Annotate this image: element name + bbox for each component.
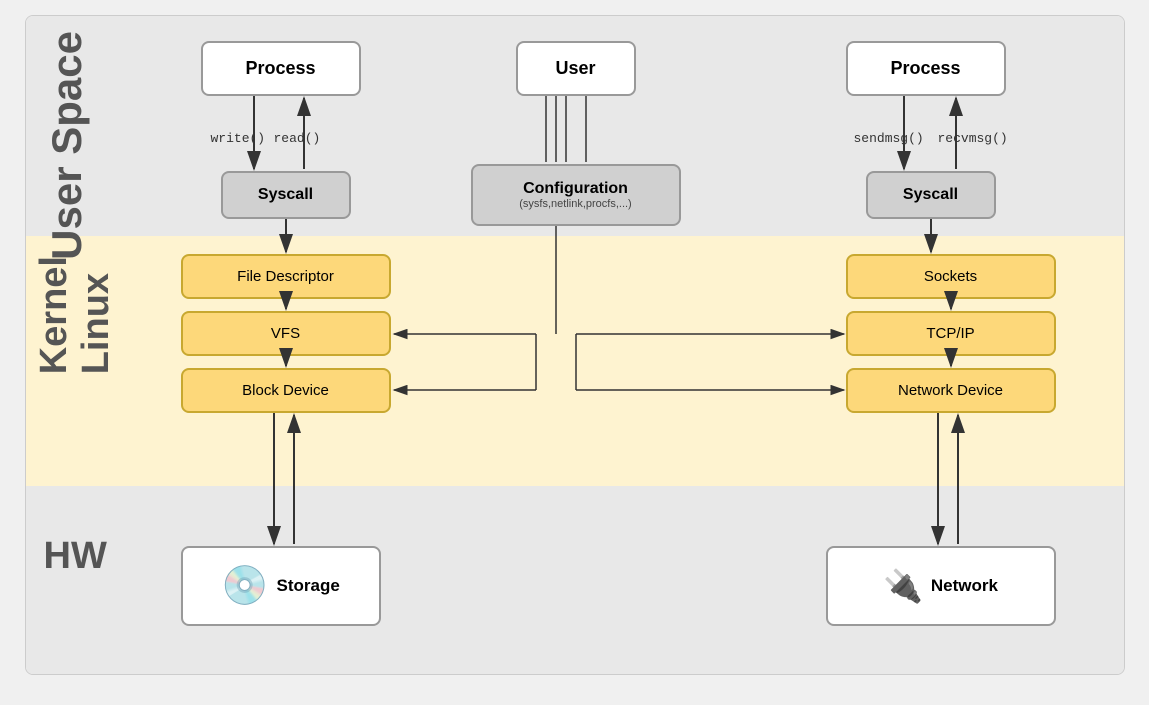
- syscall-right-box: Syscall: [866, 171, 996, 219]
- block-device-box: Block Device: [181, 368, 391, 413]
- sockets-box: Sockets: [846, 254, 1056, 299]
- vfs-box: VFS: [181, 311, 391, 356]
- hw-label: HW: [44, 536, 107, 578]
- network-hw-box: 🔌 Network: [826, 546, 1056, 626]
- process-right-box: Process: [846, 41, 1006, 96]
- user-space-label: User Space: [44, 31, 90, 260]
- configuration-sublabel: (sysfs,netlink,procfs,...): [519, 198, 631, 210]
- user-center-box: User: [516, 41, 636, 96]
- storage-box: 💿 Storage: [181, 546, 381, 626]
- block-device-label: Block Device: [242, 382, 329, 399]
- sockets-label: Sockets: [924, 268, 977, 285]
- configuration-box: Configuration (sysfs,netlink,procfs,...): [471, 164, 681, 226]
- file-descriptor-label: File Descriptor: [237, 268, 334, 285]
- user-center-label: User: [555, 58, 595, 79]
- process-left-label: Process: [245, 58, 315, 79]
- syscall-right-label: Syscall: [903, 186, 958, 204]
- diagram-container: User Space LinuxKernel HW Process Proces…: [25, 15, 1125, 675]
- tcp-ip-box: TCP/IP: [846, 311, 1056, 356]
- syscall-left-box: Syscall: [221, 171, 351, 219]
- file-descriptor-box: File Descriptor: [181, 254, 391, 299]
- process-left-box: Process: [201, 41, 361, 96]
- storage-icon: 💿: [221, 564, 268, 608]
- configuration-label: Configuration: [523, 180, 628, 198]
- vfs-label: VFS: [271, 325, 300, 342]
- read-annotation: read(): [274, 131, 321, 146]
- storage-label: Storage: [277, 576, 340, 596]
- write-annotation: write(): [211, 131, 266, 146]
- network-device-box: Network Device: [846, 368, 1056, 413]
- network-device-label: Network Device: [898, 382, 1003, 399]
- linux-kernel-label: LinuxKernel: [34, 256, 118, 374]
- network-hw-icon: 🔌: [883, 567, 923, 605]
- network-hw-label: Network: [931, 576, 998, 596]
- recvmsg-annotation: recvmsg(): [938, 131, 1008, 146]
- syscall-left-label: Syscall: [258, 186, 313, 204]
- process-right-label: Process: [890, 58, 960, 79]
- sendmsg-annotation: sendmsg(): [854, 131, 924, 146]
- tcp-ip-label: TCP/IP: [926, 325, 974, 342]
